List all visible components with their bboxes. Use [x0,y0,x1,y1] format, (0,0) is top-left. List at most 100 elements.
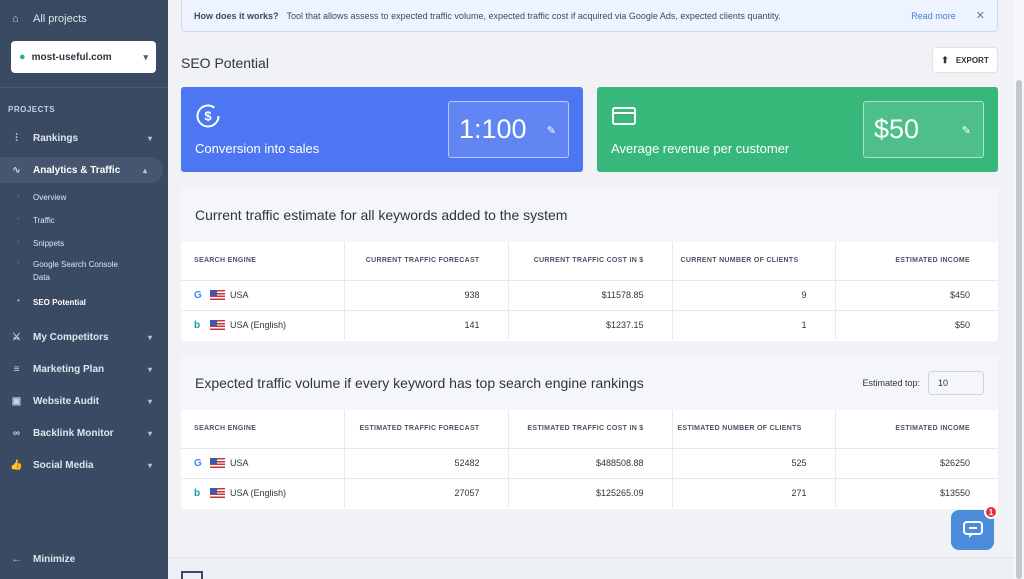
projects-section-label: PROJECTS [8,105,56,114]
usa-flag-icon [210,488,225,499]
current-traffic-panel: Current traffic estimate for all keyword… [181,188,998,341]
competitors-icon: ⚔ [12,331,21,343]
sidebar-item-label: Social Media [33,459,94,471]
current-traffic-table: SEARCH ENGINE CURRENT TRAFFIC FORECAST C… [181,242,998,340]
column-header: CURRENT NUMBER OF CLIENTS [672,242,836,280]
link-icon: ∞ [12,427,21,439]
conversion-value-box[interactable]: 1:100 ✎ [448,101,569,158]
thumbs-up-icon: 👍 [10,459,23,471]
table-row: b USA (English) 27057 $125265.09 271 $135… [181,477,998,508]
arrow-left-icon: ← [11,553,22,565]
chevron-down-icon: ▾ [147,460,152,470]
footer-logo [181,571,203,579]
sidebar-item-marketing-plan[interactable]: ≡ Marketing Plan ▾ [0,356,168,382]
sidebar-item-backlink-monitor[interactable]: ∞ Backlink Monitor ▾ [0,420,168,446]
minimize-label: Minimize [33,553,76,565]
revenue-label: Average revenue per customer [611,141,790,156]
bing-icon: b [194,487,201,499]
sidebar-item-label: Backlink Monitor [33,427,114,439]
sidebar-subitem-seo-potential[interactable]: • SEO Potential [17,296,133,309]
chevron-up-icon: ▴ [142,165,147,175]
pencil-icon[interactable]: ✎ [962,124,971,137]
info-question: How does it works? [194,10,279,21]
export-button[interactable]: ⬆ EXPORT [932,47,998,73]
expected-traffic-panel: Expected traffic volume if every keyword… [181,356,998,509]
table-row: G USA 52482 $488508.88 525 $26250 [181,447,998,478]
info-banner: How does it works? Tool that allows asse… [181,0,998,32]
project-selector[interactable]: ● most-useful.com ▾ [11,41,156,73]
estimated-top-control: Estimated top: 10 [862,371,984,395]
audit-icon: ▣ [11,395,22,407]
sidebar-subitem-overview[interactable]: · Overview [17,191,133,204]
table-row: G USA 938 $11578.85 9 $450 [181,279,998,310]
chevron-down-icon: ▾ [147,332,152,342]
upload-icon: ⬆ [941,54,949,65]
usa-flag-icon [210,458,225,468]
conversion-card: $ Conversion into sales 1:100 ✎ [181,87,583,172]
sidebar-item-label: My Competitors [33,331,109,343]
expected-traffic-table: SEARCH ENGINE ESTIMATED TRAFFIC FORECAST… [181,410,998,508]
revenue-card: Average revenue per customer $50 ✎ [597,87,998,172]
notification-badge: 1 [984,505,998,519]
svg-text:$: $ [204,109,212,124]
sidebar-subitem-snippets[interactable]: · Snippets [17,237,133,250]
chevron-down-icon: ▾ [147,364,152,374]
estimated-top-input[interactable]: 10 [928,371,984,395]
revenue-value: $50 [874,114,920,144]
home-icon: ⌂ [12,13,19,25]
pencil-icon[interactable]: ✎ [547,124,556,137]
sidebar-item-label: Website Audit [33,395,100,407]
chevron-down-icon: ▾ [147,396,152,406]
scrollbar-thumb[interactable] [1016,80,1022,579]
sidebar-item-label: Marketing Plan [33,363,105,375]
chevron-down-icon: ▾ [143,51,148,62]
export-label: EXPORT [955,55,989,65]
conversion-label: Conversion into sales [195,141,320,156]
main-content: How does it works? Tool that allows asse… [168,0,1014,579]
scrollbar[interactable] [1014,0,1024,579]
sidebar: ⌂ All projects ● most-useful.com ▾ PROJE… [0,0,168,579]
usa-flag-icon [210,290,225,300]
all-projects-link[interactable]: ⌂ All projects [0,0,168,38]
column-header: CURRENT TRAFFIC COST IN $ [508,242,673,280]
column-header: ESTIMATED INCOME [895,425,970,433]
column-header: SEARCH ENGINE [181,242,345,280]
estimated-top-label: Estimated top: [862,378,920,388]
sidebar-subitem-traffic[interactable]: · Traffic [17,214,133,227]
list-icon: ≡ [13,363,20,375]
column-header: ESTIMATED TRAFFIC COST IN $ [508,410,673,448]
credit-card-icon [612,107,636,125]
column-header: ESTIMATED INCOME [895,257,970,265]
sidebar-top: ⌂ All projects ● most-useful.com ▾ [0,0,168,88]
pulse-icon: ∿ [12,164,21,176]
column-header: CURRENT TRAFFIC FORECAST [344,242,509,280]
bar-chart-icon: ⫶ [15,132,18,144]
column-header: ESTIMATED TRAFFIC FORECAST [344,410,509,448]
footer [168,557,1014,579]
revenue-value-box[interactable]: $50 ✎ [863,101,984,158]
close-icon[interactable]: ✕ [976,9,985,22]
panel-title: Expected traffic volume if every keyword… [195,375,644,391]
sidebar-item-label: Rankings [33,132,79,144]
sidebar-item-label: Analytics & Traffic [33,164,121,176]
chevron-down-icon: ▾ [147,133,152,143]
sidebar-subitem-google-search-console[interactable]: · Google Search Console Data [17,258,133,284]
usa-flag-icon [210,320,225,331]
bing-icon: b [194,319,201,331]
sidebar-item-my-competitors[interactable]: ⚔ My Competitors ▾ [0,324,168,350]
sidebar-item-social-media[interactable]: 👍 Social Media ▾ [0,452,168,478]
column-header: SEARCH ENGINE [181,410,345,448]
location-pin-icon: ● [19,51,26,63]
panel-title: Current traffic estimate for all keyword… [181,188,998,242]
chevron-down-icon: ▾ [147,428,152,438]
sidebar-item-analytics-traffic[interactable]: ∿ Analytics & Traffic ▴ [0,157,163,183]
minimize-button[interactable]: ← Minimize [0,546,168,572]
info-text: Tool that allows assess to expected traf… [286,10,781,21]
sidebar-item-website-audit[interactable]: ▣ Website Audit ▾ [0,388,168,414]
google-icon: G [194,457,202,469]
all-projects-label: All projects [33,13,87,25]
dollar-cycle-icon: $ [196,104,220,128]
sidebar-item-rankings[interactable]: ⫶ Rankings ▾ [0,125,168,151]
column-header: ESTIMATED NUMBER OF CLIENTS [672,410,836,448]
read-more-link[interactable]: Read more [911,11,956,21]
